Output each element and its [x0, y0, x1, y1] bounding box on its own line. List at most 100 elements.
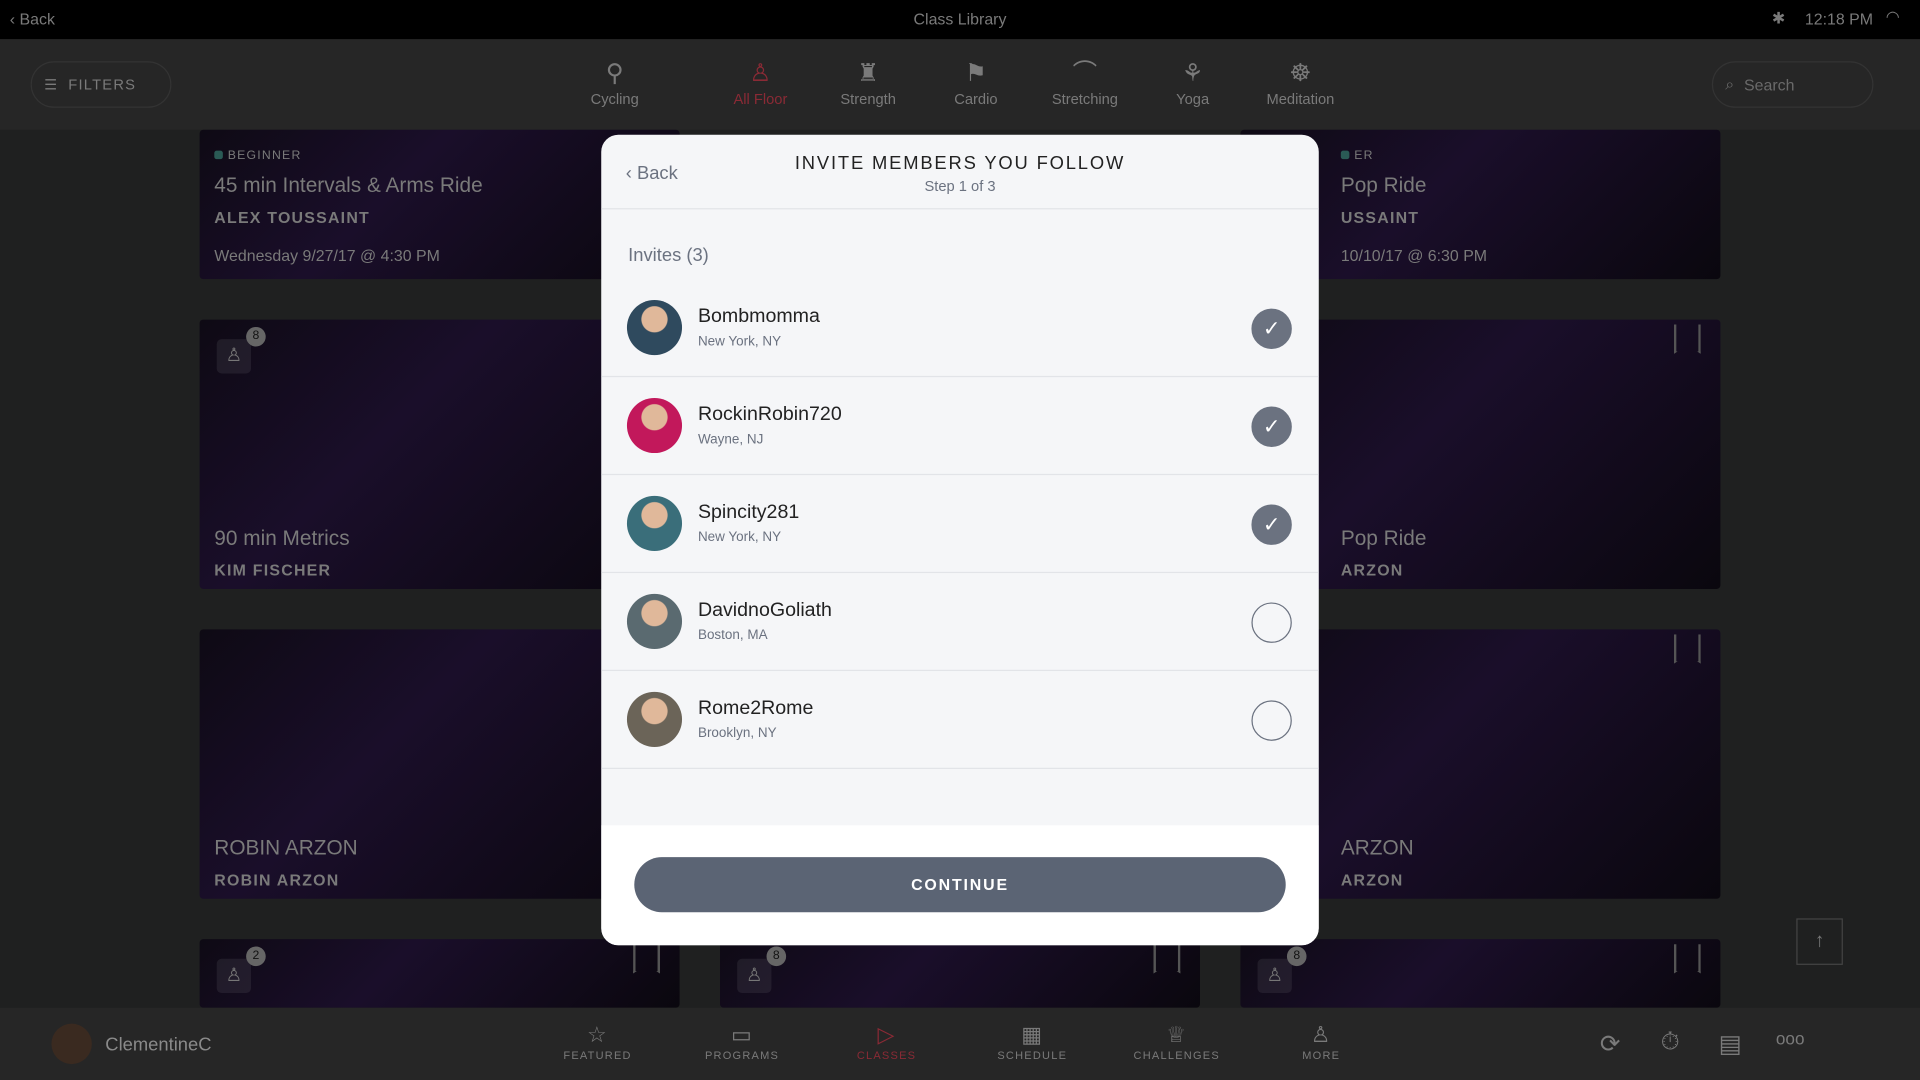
category-label: Stretching	[1051, 90, 1118, 108]
friends-count: 8	[1286, 946, 1307, 967]
unchecked-circle-icon[interactable]	[1251, 700, 1292, 741]
nav-tab-schedule[interactable]: ▦ SCHEDULE	[971, 1022, 1093, 1061]
cardio-icon: ⚑	[964, 60, 987, 87]
bookmark-icon[interactable]	[1673, 944, 1701, 974]
member-location: Wayne, NJ	[697, 432, 764, 447]
member-avatar	[626, 495, 683, 552]
member-location: Boston, MA	[697, 628, 768, 643]
cycling-icon: ⚲	[605, 60, 624, 87]
instructor-name: ALEX TOUSSAINT	[214, 208, 371, 227]
member-row[interactable]: Bombmomma New York, NY ✓	[601, 279, 1319, 378]
member-avatar	[626, 691, 683, 747]
member-location: Brooklyn, NY	[697, 726, 777, 741]
member-name: Bombmomma	[697, 306, 820, 327]
clock: 12:18 PM	[1804, 9, 1874, 29]
bottom-nav	[0, 1007, 1920, 1080]
dashboard-icon[interactable]: ▤	[1712, 1029, 1749, 1060]
category-tab-cycling[interactable]: ⚲ Cycling	[560, 56, 670, 108]
window-title: Class Library	[913, 9, 1007, 29]
search-input[interactable]: ⌕ Search	[1711, 61, 1874, 108]
member-row[interactable]: Spincity281 New York, NY ✓	[601, 475, 1319, 574]
class-title: Pop Ride	[1340, 526, 1427, 550]
avatar[interactable]	[51, 1023, 92, 1065]
category-tab-cardio[interactable]: ⚑ Cardio	[921, 56, 1031, 108]
friends-count: 8	[766, 946, 787, 967]
category-label: Meditation	[1266, 90, 1335, 108]
modal-title: INVITE MEMBERS YOU FOLLOW	[794, 153, 1126, 174]
member-location: New York, NY	[697, 334, 782, 349]
level-label: BEGINNER	[214, 149, 301, 162]
category-tab-stretching[interactable]: ⌒ Stretching	[1030, 56, 1140, 108]
member-name: RockinRobin720	[697, 404, 842, 425]
modal-header: ‹ Back INVITE MEMBERS YOU FOLLOW Step 1 …	[601, 135, 1319, 210]
unchecked-circle-icon[interactable]	[1251, 602, 1292, 643]
bookmark-icon[interactable]	[1673, 324, 1701, 354]
nav-tab-featured[interactable]: ☆ FEATURED	[536, 1022, 658, 1061]
class-title: ARZON	[1340, 836, 1414, 860]
nav-tab-label: CLASSES	[856, 1049, 917, 1062]
invites-count: Invites (3)	[628, 244, 709, 266]
class-card[interactable]: ♙ 2	[199, 939, 680, 1008]
category-label: All Floor	[733, 90, 788, 108]
member-row[interactable]: DavidnoGoliath Boston, MA	[601, 573, 1319, 672]
step-indicator: Step 1 of 3	[924, 177, 996, 195]
search-icon: ⌕	[1725, 74, 1735, 94]
class-card[interactable]: ♙ 8	[720, 939, 1201, 1008]
classes-icon: ▷	[877, 1022, 896, 1047]
friends-count: 8	[246, 326, 266, 347]
checked-icon[interactable]: ✓	[1251, 308, 1292, 349]
yoga-icon: ⚘	[1181, 60, 1204, 87]
class-card[interactable]: ♙ 8	[1240, 939, 1721, 1008]
nav-tab-label: CHALLENGES	[1133, 1049, 1220, 1062]
category-label: Cycling	[590, 90, 639, 108]
class-title: 90 min Metrics	[214, 526, 350, 550]
status-bar: ‹ Back Class Library ✱ 12:18 PM ◠	[0, 0, 1920, 40]
category-tab-yoga[interactable]: ⚘ Yoga	[1138, 56, 1248, 108]
scroll-top-button[interactable]: ↑	[1796, 918, 1843, 965]
checked-icon[interactable]: ✓	[1251, 406, 1292, 447]
nav-tab-challenges[interactable]: ♕ CHALLENGES	[1116, 1022, 1238, 1061]
member-avatar	[626, 397, 683, 454]
category-tab-meditation[interactable]: ☸ Meditation	[1245, 56, 1355, 108]
member-location: New York, NY	[697, 530, 782, 545]
member-row[interactable]: RockinRobin720 Wayne, NJ ✓	[601, 377, 1319, 476]
username[interactable]: ClementineC	[105, 1035, 211, 1056]
bookmark-icon[interactable]	[1673, 634, 1701, 664]
stretching-icon: ⌒	[1072, 60, 1098, 87]
checked-icon[interactable]: ✓	[1251, 504, 1292, 545]
bookmark-icon[interactable]	[1153, 944, 1181, 974]
instructor-name: ROBIN ARZON	[214, 870, 340, 889]
instructor-name: ARZON	[1340, 560, 1404, 580]
nav-tab-label: SCHEDULE	[997, 1049, 1068, 1062]
member-name: Rome2Rome	[697, 697, 814, 719]
class-date: 10/10/17 @ 6:30 PM	[1340, 246, 1488, 265]
category-label: Strength	[840, 90, 896, 108]
search-placeholder: Search	[1744, 75, 1795, 94]
nav-tab-label: MORE	[1302, 1049, 1341, 1062]
instructor-name: USSAINT	[1340, 208, 1420, 227]
nav-tab-more[interactable]: ♙ MORE	[1260, 1022, 1382, 1061]
category-tab-all-floor[interactable]: ♙ All Floor	[705, 56, 815, 108]
sync-icon[interactable]: ⟳	[1592, 1029, 1629, 1060]
nav-tab-classes[interactable]: ▷ CLASSES	[825, 1022, 947, 1061]
continue-button[interactable]: CONTINUE	[634, 857, 1286, 913]
sliders-icon: ☰	[44, 75, 59, 94]
bookmark-icon[interactable]	[633, 944, 661, 974]
level-label: ER	[1341, 149, 1374, 162]
nav-tab-label: PROGRAMS	[704, 1049, 780, 1062]
friends-badge: ♙ 8	[1257, 946, 1307, 994]
featured-icon: ☆	[587, 1022, 609, 1047]
member-row[interactable]: Rome2Rome Brooklyn, NY	[601, 671, 1319, 769]
more-options-icon[interactable]: ooo	[1772, 1029, 1809, 1049]
challenges-icon: ♕	[1166, 1022, 1188, 1047]
category-tab-strength[interactable]: ♜ Strength	[813, 56, 923, 108]
member-avatar	[626, 593, 683, 649]
more-icon: ♙	[1310, 1022, 1332, 1047]
programs-icon: ▭	[731, 1022, 754, 1047]
invite-modal: ‹ Back INVITE MEMBERS YOU FOLLOW Step 1 …	[601, 134, 1319, 946]
filters-button[interactable]: ☰ FILTERS	[30, 61, 172, 108]
screen: ‹ Back Class Library ✱ 12:18 PM ◠ ☰ FILTE…	[0, 0, 1920, 1080]
timer-icon[interactable]: ⏱	[1652, 1029, 1689, 1057]
floor-icon: ♙	[749, 60, 772, 87]
nav-tab-programs[interactable]: ▭ PROGRAMS	[681, 1022, 803, 1061]
